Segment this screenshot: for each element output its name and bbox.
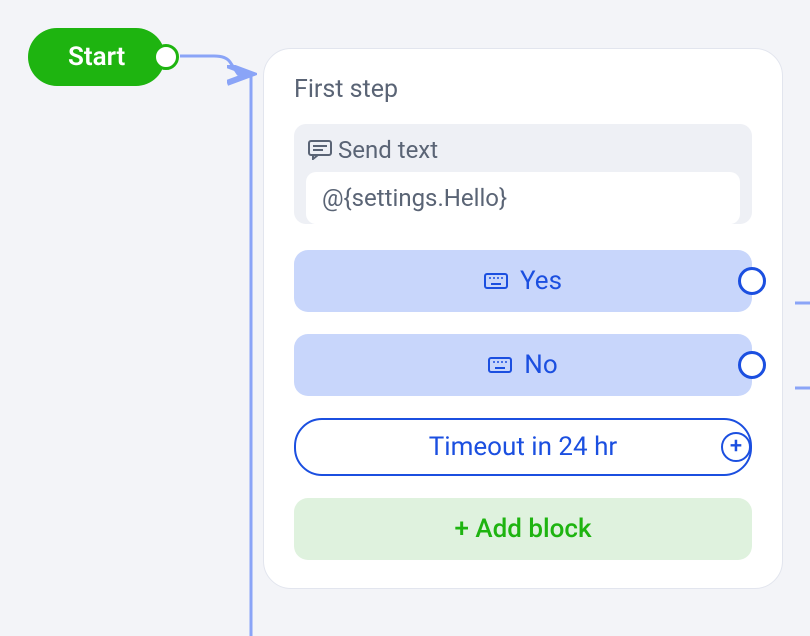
chat-icon xyxy=(308,140,332,160)
send-text-block[interactable]: Send text @{settings.Hello} xyxy=(294,124,752,224)
send-text-header: Send text xyxy=(306,132,740,172)
send-text-body[interactable]: @{settings.Hello} xyxy=(306,172,740,224)
start-node[interactable]: Start xyxy=(28,28,165,86)
keyboard-icon xyxy=(484,273,508,289)
plus-icon: + xyxy=(730,436,742,458)
choice-label: No xyxy=(524,350,557,380)
choice-label: Yes xyxy=(520,266,562,296)
add-block-button[interactable]: + Add block xyxy=(294,498,752,560)
step-card[interactable]: First step Send text @{settings.Hello} Y… xyxy=(263,48,783,589)
choice-no-port[interactable] xyxy=(738,351,766,379)
timeout-label: Timeout in 24 hr xyxy=(429,432,617,462)
send-text-header-label: Send text xyxy=(338,136,438,164)
choice-yes-port[interactable] xyxy=(738,267,766,295)
add-block-label: + Add block xyxy=(454,514,591,544)
start-label: Start xyxy=(68,42,125,72)
choice-yes-button[interactable]: Yes xyxy=(294,250,752,312)
choice-no-button[interactable]: No xyxy=(294,334,752,396)
step-title: First step xyxy=(294,75,752,104)
timeout-add-port[interactable]: + xyxy=(721,432,751,462)
start-output-port[interactable] xyxy=(153,44,179,70)
timeout-button[interactable]: Timeout in 24 hr + xyxy=(294,418,752,476)
keyboard-icon xyxy=(488,357,512,373)
